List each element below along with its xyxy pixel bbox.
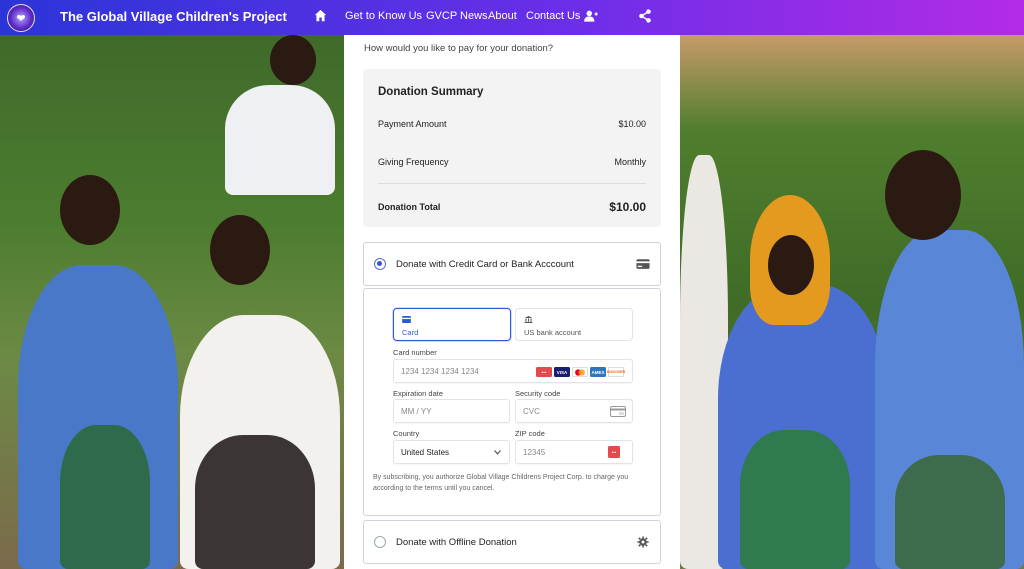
mastercard-icon bbox=[572, 367, 588, 377]
nav-link-contact-us[interactable]: Contact Us bbox=[526, 10, 580, 22]
home-icon[interactable] bbox=[314, 9, 327, 22]
giving-frequency-row: Giving Frequency Monthly bbox=[378, 157, 646, 167]
site-logo[interactable]: ❤ bbox=[7, 4, 35, 32]
zip-input[interactable]: 12345 ••• bbox=[515, 440, 633, 464]
card-number-input[interactable]: 1234 1234 1234 1234 ••• VISA AMEX DISCOV… bbox=[393, 359, 633, 383]
tab-us-bank-account[interactable]: US bank account bbox=[515, 308, 633, 341]
visa-icon: VISA bbox=[554, 367, 570, 377]
payment-amount-label: Payment Amount bbox=[378, 119, 447, 129]
expiry-label: Expiration date bbox=[393, 389, 444, 398]
giving-frequency-label: Giving Frequency bbox=[378, 157, 449, 167]
background-photo-left bbox=[0, 35, 344, 569]
person-head bbox=[768, 235, 814, 295]
credit-card-icon bbox=[636, 259, 650, 269]
top-navbar: ❤ The Global Village Children's Project … bbox=[0, 0, 1024, 35]
zip-label: ZIP code bbox=[515, 429, 545, 438]
method-card-radio[interactable] bbox=[374, 258, 386, 270]
method-offline-label: Donate with Offline Donation bbox=[396, 537, 517, 548]
person-figure bbox=[195, 435, 315, 569]
nav-link-gvcp-news[interactable]: GVCP News bbox=[426, 10, 488, 22]
person-head bbox=[60, 175, 120, 245]
expiry-input[interactable]: MM / YY bbox=[393, 399, 510, 423]
autofill-icon[interactable]: ••• bbox=[608, 446, 620, 458]
tab-card-label: Card bbox=[402, 328, 419, 337]
tab-bank-label: US bank account bbox=[524, 328, 582, 337]
person-head bbox=[885, 150, 961, 240]
donation-summary: Donation Summary Payment Amount $10.00 G… bbox=[363, 69, 661, 227]
nav-link-about[interactable]: About bbox=[488, 10, 517, 22]
giving-frequency-value: Monthly bbox=[614, 157, 646, 167]
chevron-down-icon bbox=[494, 450, 501, 455]
person-figure bbox=[895, 455, 1005, 569]
amex-icon: AMEX bbox=[590, 367, 606, 377]
cvc-input[interactable]: CVC bbox=[515, 399, 633, 423]
card-number-placeholder: 1234 1234 1234 1234 bbox=[401, 367, 479, 376]
method-offline-option[interactable]: Donate with Offline Donation bbox=[363, 520, 661, 564]
donation-panel: How would you like to pay for your donat… bbox=[344, 35, 680, 569]
payment-question: How would you like to pay for your donat… bbox=[364, 43, 554, 54]
summary-title: Donation Summary bbox=[378, 86, 484, 98]
donation-total-value: $10.00 bbox=[609, 200, 646, 214]
donation-total-row: Donation Total $10.00 bbox=[378, 200, 646, 214]
generic-card-icon: ••• bbox=[536, 367, 552, 377]
nav-link-get-to-know-us[interactable]: Get to Know Us bbox=[345, 10, 422, 22]
method-card-option[interactable]: Donate with Credit Card or Bank Acccount bbox=[363, 242, 661, 286]
payment-amount-value: $10.00 bbox=[618, 119, 646, 129]
cvc-card-icon bbox=[610, 406, 626, 417]
subscription-legal-text: By subscribing, you authorize Global Vil… bbox=[373, 474, 629, 492]
background-photo-right bbox=[680, 35, 1024, 569]
donation-total-label: Donation Total bbox=[378, 202, 441, 212]
person-figure bbox=[740, 430, 850, 569]
gear-icon bbox=[637, 536, 649, 548]
discover-icon: DISCOVER bbox=[607, 367, 625, 377]
card-number-label: Card number bbox=[393, 348, 437, 357]
person-head bbox=[270, 35, 316, 85]
country-select[interactable]: United States bbox=[393, 440, 510, 464]
person-head bbox=[210, 215, 270, 285]
person-figure bbox=[60, 425, 150, 569]
bank-icon bbox=[524, 316, 533, 323]
tab-card[interactable]: Card bbox=[393, 308, 511, 341]
expiry-placeholder: MM / YY bbox=[401, 407, 432, 416]
method-offline-radio[interactable] bbox=[374, 536, 386, 548]
share-icon[interactable] bbox=[638, 9, 652, 23]
user-plus-icon[interactable] bbox=[584, 10, 598, 22]
cvc-placeholder: CVC bbox=[523, 407, 540, 416]
zip-placeholder: 12345 bbox=[523, 448, 546, 457]
cvc-label: Security code bbox=[515, 389, 561, 398]
summary-divider bbox=[378, 183, 646, 184]
site-title[interactable]: The Global Village Children's Project bbox=[60, 9, 287, 24]
person-figure bbox=[225, 85, 335, 195]
payment-amount-row: Payment Amount $10.00 bbox=[378, 119, 646, 129]
card-tab-icon bbox=[402, 316, 411, 323]
country-label: Country bbox=[393, 429, 420, 438]
method-card-label: Donate with Credit Card or Bank Acccount bbox=[396, 259, 574, 270]
country-value: United States bbox=[401, 448, 450, 457]
